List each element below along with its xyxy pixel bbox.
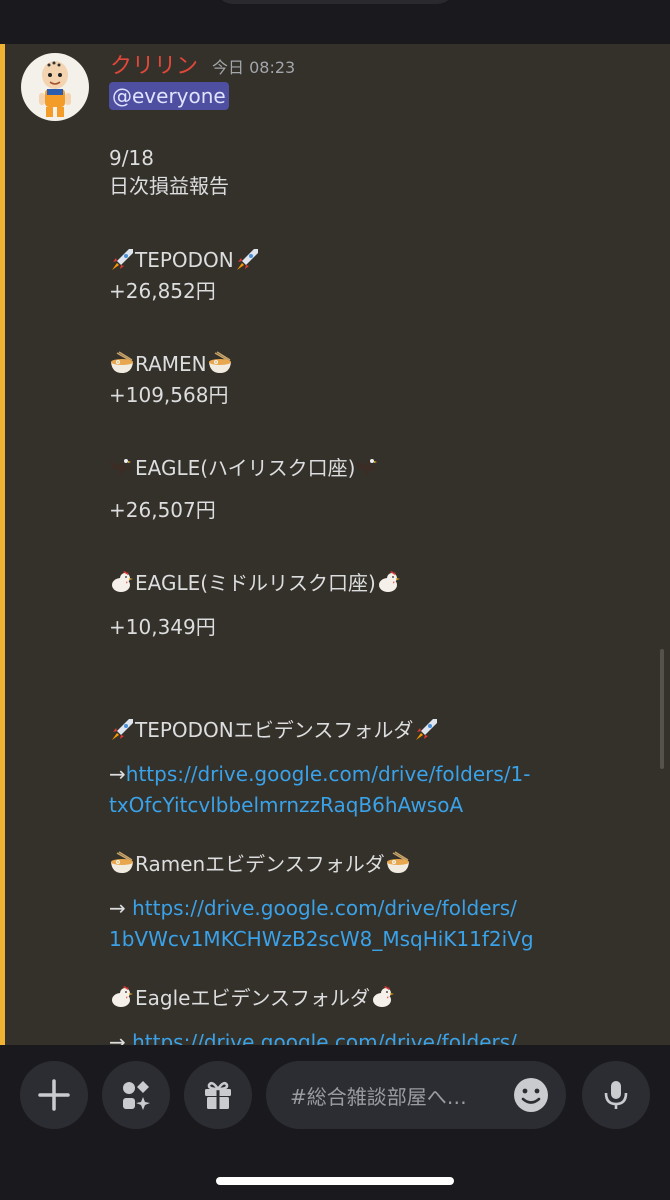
ramen-heading: RAMEN (109, 350, 233, 378)
ramen-value: +109,568円 (109, 383, 229, 407)
ramen-label: RAMEN (135, 352, 207, 376)
mention-highlight-bar (0, 44, 5, 1045)
rocket-icon (109, 247, 135, 271)
tepodon-folder-heading: TEPODONエビデンスフォルダ (109, 716, 439, 744)
chicken-icon (370, 985, 396, 1009)
plus-icon (38, 1079, 70, 1111)
ramen-folder-heading: Ramenエビデンスフォルダ (109, 850, 411, 878)
message-input[interactable]: #総合雑談部屋へ… (266, 1061, 566, 1129)
report-date: 9/18 (109, 146, 154, 170)
message-header: クリリン 今日 08:23 (110, 48, 295, 80)
chicken-icon (109, 985, 135, 1009)
ramen-folder-label: Ramenエビデンスフォルダ (135, 852, 385, 876)
tepodon-folder-link-cont[interactable]: txOfcYitcvlbbelmrnzzRaqB6hAwsoA (109, 791, 463, 819)
eagle-mid-label: EAGLE(ミドルリスク口座) (135, 571, 376, 595)
apps-button[interactable] (102, 1061, 170, 1129)
eagle-high-value: +26,507円 (109, 498, 216, 522)
home-indicator[interactable] (216, 1177, 454, 1185)
tepodon-heading: TEPODON (109, 246, 260, 274)
tepodon-folder-label: TEPODONエビデンスフォルダ (135, 718, 414, 742)
ramen-folder-link[interactable]: https://drive.google.com/drive/folders/ (132, 896, 517, 920)
ramen-bowl-icon (109, 351, 135, 375)
ramen-bowl-icon (109, 851, 135, 875)
eagle-folder-link[interactable]: https://drive.google.com/drive/folders/ (132, 1030, 517, 1045)
composer-bar: #総合雑談部屋へ… (0, 1045, 670, 1200)
message-input-placeholder: #総合雑談部屋へ… (290, 1084, 467, 1109)
ramen-bowl-icon (207, 351, 233, 375)
eagle-mid-heading: EAGLE(ミドルリスク口座) (109, 569, 402, 597)
eagle-mid-value: +10,349円 (109, 615, 216, 639)
emoji-picker-button[interactable] (512, 1076, 550, 1118)
eagle-icon (109, 455, 135, 479)
status-area (0, 0, 670, 44)
tepodon-value: +26,852円 (109, 279, 216, 303)
tepodon-folder-link[interactable]: https://drive.google.com/drive/folders/1… (126, 762, 531, 786)
avatar[interactable] (21, 53, 89, 121)
eagle-high-heading: EAGLE(ハイリスク口座) (109, 454, 381, 482)
eagle-folder-heading: Eagleエビデンスフォルダ (109, 984, 396, 1012)
scrollbar[interactable] (660, 649, 664, 769)
voice-button[interactable] (582, 1061, 650, 1129)
rocket-icon (109, 717, 135, 741)
ramen-folder-link-cont[interactable]: 1bVWcv1MKCHWzB2scW8_MsqHiK11f2iVg (109, 925, 534, 953)
rocket-icon (413, 717, 439, 741)
chicken-icon (376, 570, 402, 594)
everyone-mention[interactable]: @everyone (109, 82, 229, 110)
tepodon-link-line-1: →https://drive.google.com/drive/folders/… (109, 760, 530, 788)
eagle-folder-label: Eagleエビデンスフォルダ (135, 986, 371, 1010)
device-notch (215, 0, 455, 4)
username[interactable]: クリリン (110, 48, 198, 80)
microphone-icon (604, 1081, 628, 1109)
gift-icon (205, 1081, 231, 1109)
apps-icon (123, 1081, 150, 1110)
chicken-icon (109, 570, 135, 594)
ramen-link-line-1: → https://drive.google.com/drive/folders… (109, 894, 517, 922)
eagle-high-label: EAGLE(ハイリスク口座) (135, 456, 356, 480)
eagle-icon (355, 455, 381, 479)
ramen-bowl-icon (385, 851, 411, 875)
gift-button[interactable] (184, 1061, 252, 1129)
report-title: 日次損益報告 (109, 174, 229, 198)
tepodon-label: TEPODON (135, 248, 234, 272)
timestamp: 今日 08:23 (212, 58, 296, 77)
arrow-text: → (109, 896, 133, 920)
message-list[interactable]: クリリン 今日 08:23 @everyone 9/18 日次損益報告 TEPO… (0, 44, 670, 1045)
eagle-link-line-1: → https://drive.google.com/drive/folders… (109, 1028, 517, 1045)
add-button[interactable] (20, 1061, 88, 1129)
emoji-icon (514, 1078, 548, 1112)
rocket-icon (234, 247, 260, 271)
arrow-text: → (109, 762, 126, 786)
arrow-text: → (109, 1030, 133, 1045)
